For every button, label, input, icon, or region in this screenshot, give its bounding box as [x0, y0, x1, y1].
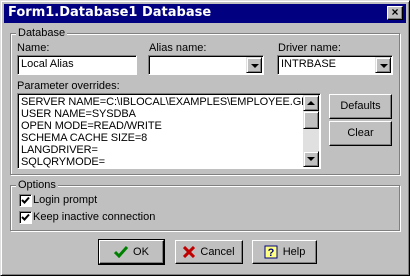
- cancel-x-icon: [183, 246, 196, 259]
- parameter-line: OPEN MODE=READ/WRITE: [21, 120, 162, 132]
- name-value: Local Alias: [21, 58, 74, 70]
- cancel-button-label: Cancel: [200, 246, 235, 258]
- defaults-button-label: Defaults: [340, 100, 381, 112]
- parameter-line: SQLQRYMODE=: [21, 156, 105, 168]
- svg-text:?: ?: [267, 247, 274, 259]
- cancel-button[interactable]: Cancel: [175, 240, 243, 264]
- parameter-line: SCHEMA CACHE SIZE=8: [21, 132, 148, 144]
- name-label: Name:: [17, 42, 50, 54]
- ok-button-label: OK: [133, 246, 149, 258]
- alias-dropdown-button[interactable]: [246, 57, 262, 73]
- login-prompt-label: Login prompt: [33, 194, 98, 206]
- keep-connection-label: Keep inactive connection: [33, 211, 156, 223]
- scroll-thumb[interactable]: [303, 111, 319, 129]
- login-prompt-checkbox[interactable]: [19, 194, 32, 207]
- driver-dropdown-button[interactable]: [375, 57, 391, 73]
- alias-name-label: Alias name:: [149, 42, 207, 54]
- keep-connection-checkbox-row[interactable]: Keep inactive connection: [19, 211, 189, 225]
- driver-name-combo[interactable]: INTRBASE: [277, 55, 393, 75]
- driver-name-label: Driver name:: [278, 42, 341, 54]
- window-title: Form1.Database1 Database: [8, 5, 212, 20]
- parameter-overrides-label: Parameter overrides:: [17, 80, 120, 92]
- clear-button-label: Clear: [347, 127, 374, 139]
- checkmark-icon: [114, 246, 129, 259]
- database-dialog: Form1.Database1 Database × Database Name…: [0, 0, 410, 276]
- parameter-lines: SERVER NAME=C:\IBLOCAL\EXAMPLES\EMPLOYEE…: [21, 96, 305, 168]
- login-prompt-checkbox-row[interactable]: Login prompt: [19, 194, 139, 208]
- ok-button[interactable]: OK: [98, 239, 165, 265]
- check-icon: [21, 196, 30, 204]
- close-icon: ×: [391, 5, 399, 19]
- clear-button[interactable]: Clear: [329, 121, 392, 146]
- parameter-overrides-memo[interactable]: SERVER NAME=C:\IBLOCAL\EXAMPLES\EMPLOYEE…: [17, 93, 321, 169]
- close-button[interactable]: ×: [387, 6, 403, 20]
- parameter-line: SERVER NAME=C:\IBLOCAL\EXAMPLES\EMPLOYEE…: [21, 96, 305, 108]
- memo-scrollbar[interactable]: [303, 95, 319, 167]
- options-group-label: Options: [16, 179, 58, 191]
- defaults-button[interactable]: Defaults: [329, 94, 392, 119]
- alias-name-combo[interactable]: [148, 55, 264, 75]
- help-button[interactable]: ? Help: [252, 240, 317, 264]
- help-question-icon: ?: [264, 245, 278, 259]
- scroll-up-button[interactable]: [303, 95, 319, 111]
- help-button-label: Help: [282, 246, 306, 258]
- name-field[interactable]: Local Alias: [17, 55, 137, 75]
- scroll-down-button[interactable]: [303, 151, 319, 167]
- database-group-label: Database: [16, 27, 68, 39]
- driver-name-value: INTRBASE: [281, 58, 337, 70]
- parameter-line: USER NAME=SYSDBA: [21, 108, 136, 120]
- title-bar[interactable]: Form1.Database1 Database ×: [4, 4, 406, 23]
- parameter-line: LANGDRIVER=: [21, 144, 98, 156]
- check-icon: [21, 213, 30, 221]
- keep-connection-checkbox[interactable]: [19, 211, 32, 224]
